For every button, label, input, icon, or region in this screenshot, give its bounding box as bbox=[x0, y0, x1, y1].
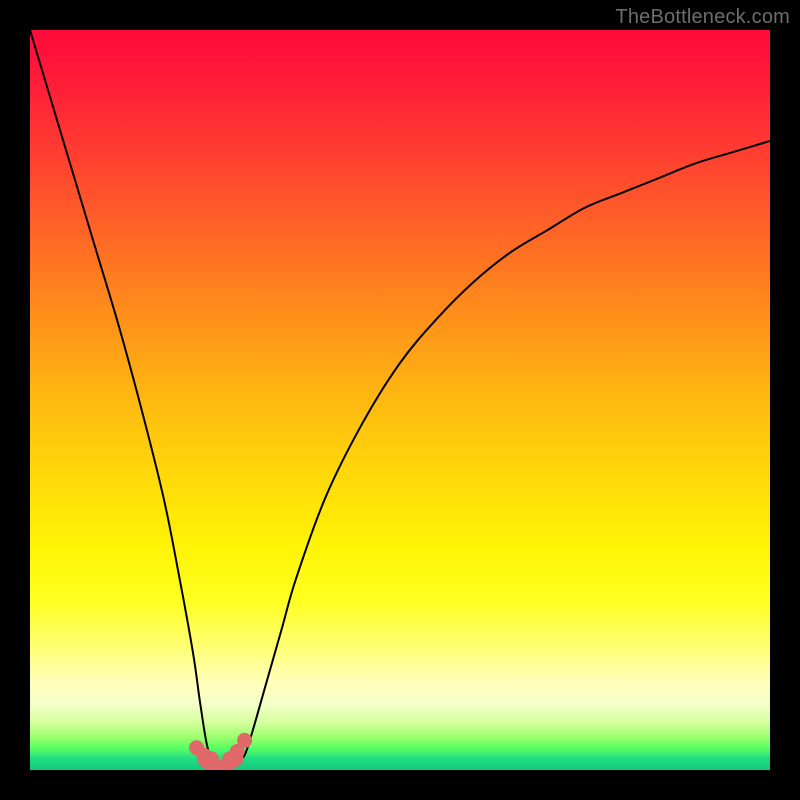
marker-dot bbox=[204, 751, 219, 766]
bottleneck-chart bbox=[30, 30, 770, 770]
marker-dot bbox=[237, 733, 252, 748]
chart-frame bbox=[30, 30, 770, 770]
watermark-text: TheBottleneck.com bbox=[615, 6, 790, 29]
bottleneck-curve bbox=[30, 30, 770, 770]
